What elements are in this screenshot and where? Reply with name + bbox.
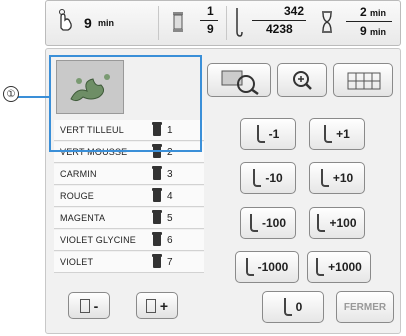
fraction-line [252, 20, 306, 21]
zoom-icon [293, 71, 312, 90]
hourglass-icon [320, 10, 334, 34]
stitch-plus-10-button[interactable]: +10 [309, 162, 365, 194]
needle-icon [316, 258, 325, 276]
spool-icon [79, 298, 90, 313]
needle-icon [320, 169, 329, 187]
stitch-total: 4238 [266, 22, 293, 36]
spool-icon [152, 210, 162, 224]
needle-icon [249, 214, 258, 232]
color-current: 1 [207, 4, 214, 18]
close-button[interactable]: FERMER [336, 291, 394, 323]
stitch-minus-1-button[interactable]: -1 [240, 118, 296, 150]
color-total: 9 [207, 22, 214, 36]
color-number: 3 [167, 169, 173, 180]
color-number: 7 [167, 257, 173, 268]
total-time-unit: min [370, 8, 387, 18]
selection-highlight [49, 55, 202, 152]
spool-icon [145, 298, 156, 313]
needle-icon [232, 6, 246, 38]
spool-icon [152, 254, 162, 268]
color-number: 6 [167, 235, 173, 246]
color-number: 4 [167, 191, 173, 202]
list-item[interactable]: CARMIN 3 [54, 164, 204, 185]
fraction-line [200, 20, 218, 21]
total-time: 2 [360, 5, 367, 19]
divider [226, 6, 227, 40]
needle-icon [317, 214, 326, 232]
needle-icon [324, 125, 333, 143]
fraction-line [346, 21, 392, 22]
color-name: CARMIN [60, 169, 97, 179]
reset-stitch-button[interactable]: 0 [262, 291, 324, 323]
next-color-button[interactable]: + [136, 292, 178, 319]
callout-marker: ① [3, 86, 19, 102]
magnify-pattern-icon [221, 70, 259, 96]
color-name: ROUGE [60, 191, 95, 201]
needle-icon [245, 258, 254, 276]
spool-icon [152, 188, 162, 202]
color-time-unit: min [98, 18, 115, 28]
list-item[interactable]: ROUGE 4 [54, 186, 204, 207]
list-item[interactable]: VIOLET GLYCINE 6 [54, 230, 204, 251]
needle-icon [253, 169, 262, 187]
needle-icon [256, 125, 265, 143]
grid-button[interactable] [333, 63, 393, 97]
color-time-value: 9 [84, 15, 92, 31]
previous-color-button[interactable]: - [68, 292, 110, 319]
needle-icon [283, 298, 292, 316]
spool-icon [152, 166, 162, 180]
hand-icon [53, 8, 77, 32]
zoom-button[interactable] [277, 63, 327, 97]
stitch-current: 342 [284, 4, 305, 18]
stitch-minus-1000-button[interactable]: -1000 [235, 251, 299, 283]
stitch-minus-100-button[interactable]: -100 [240, 207, 296, 239]
color-name: MAGENTA [60, 213, 106, 223]
color-name: VIOLET [60, 257, 94, 267]
divider [158, 6, 159, 40]
list-item[interactable]: VIOLET 7 [54, 252, 204, 273]
stitch-plus-1-button[interactable]: +1 [309, 118, 365, 150]
spool-icon [172, 10, 184, 34]
stitch-plus-1000-button[interactable]: +1000 [307, 251, 371, 283]
total-time-remaining-unit: min [370, 27, 387, 37]
embroidery-view-button[interactable] [207, 63, 271, 97]
spool-icon [152, 232, 162, 246]
total-time-remaining: 9 [360, 24, 367, 38]
stitch-plus-100-button[interactable]: +100 [309, 207, 365, 239]
grid-icon [347, 72, 381, 90]
color-name: VIOLET GLYCINE [60, 235, 136, 245]
stitch-minus-10-button[interactable]: -10 [240, 162, 296, 194]
list-item[interactable]: MAGENTA 5 [54, 208, 204, 229]
callout-line [18, 96, 49, 98]
color-number: 5 [167, 213, 173, 224]
